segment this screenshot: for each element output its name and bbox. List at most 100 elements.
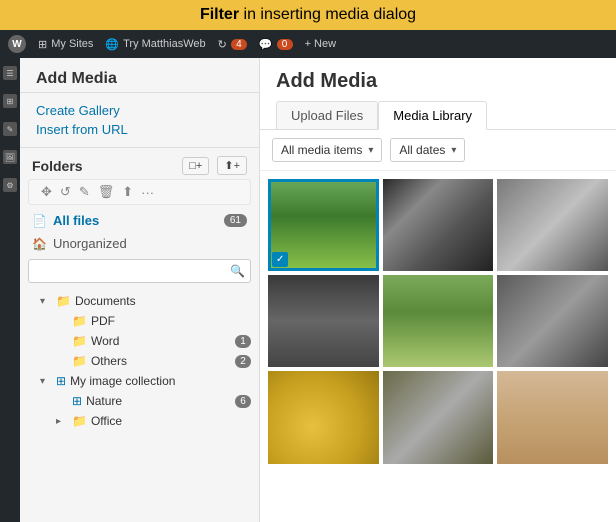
image-thumbnail-1	[383, 179, 494, 271]
image-thumbnail-3	[268, 275, 379, 367]
selected-badge: ✓	[272, 252, 288, 267]
trash-icon[interactable]: 🗑	[98, 184, 115, 200]
image-cell-5[interactable]	[497, 275, 608, 367]
image-thumbnail-5	[497, 275, 608, 367]
folder-tree: ▾ 📁 Documents 📁 PDF 📁 Word	[20, 287, 259, 522]
admin-sidebar-icon-3[interactable]: ✎	[3, 122, 17, 136]
all-files-row[interactable]: 📄 All files 61	[20, 209, 259, 232]
documents-label: Documents	[75, 294, 251, 308]
image-cell-6[interactable]	[268, 371, 379, 463]
tabs-container: Upload Files Media Library	[276, 101, 600, 129]
office-folder-icon: 📁	[72, 414, 87, 428]
image-thumbnail-8	[497, 371, 608, 463]
image-thumbnail-4	[383, 275, 494, 367]
chevron-right-icon: ▸	[56, 416, 68, 427]
image-cell-2[interactable]	[497, 179, 608, 271]
folder-add-icon: □+	[189, 160, 202, 172]
others-folder-icon: 📁	[72, 354, 87, 368]
create-gallery-link[interactable]: Create Gallery	[36, 101, 243, 120]
new-label: + New	[305, 38, 337, 50]
image-thumbnail-6	[268, 371, 379, 463]
tree-item-my-image-collection[interactable]: ▾ ⊞ My image collection	[20, 371, 259, 391]
admin-sidebar-icon-2[interactable]: ⊞	[3, 94, 17, 108]
new-folder-button[interactable]: □+	[182, 157, 209, 175]
documents-folder-icon: 📁	[56, 294, 71, 308]
filter-type-arrow: ▾	[368, 145, 373, 156]
filter-dates[interactable]: All dates ▾	[390, 138, 465, 162]
tree-item-nature[interactable]: ⊞ Nature 6	[20, 391, 259, 411]
image-cell-7[interactable]	[383, 371, 494, 463]
image-thumbnail-0	[268, 179, 379, 271]
updates-badge: 4	[231, 39, 247, 50]
image-cell-8[interactable]	[497, 371, 608, 463]
others-badge: 2	[235, 355, 251, 368]
pdf-label: PDF	[91, 314, 251, 328]
collection-icon: ⊞	[56, 374, 66, 388]
import-button[interactable]: ⬆+	[217, 156, 247, 175]
chevron-down-icon: ▾	[40, 296, 52, 307]
updates-icon: ↻	[218, 38, 227, 51]
pdf-folder-icon: 📁	[72, 314, 87, 328]
folders-title: Folders	[32, 158, 174, 174]
nature-icon: ⊞	[72, 394, 82, 408]
tab-upload-files[interactable]: Upload Files	[276, 101, 378, 129]
tree-item-others[interactable]: 📁 Others 2	[20, 351, 259, 371]
nature-label: Nature	[86, 394, 231, 408]
image-cell-1[interactable]	[383, 179, 494, 271]
admin-bar-my-sites[interactable]: ⊞ My Sites	[38, 38, 93, 51]
image-cell-0[interactable]: ✓	[268, 179, 379, 271]
my-image-collection-label: My image collection	[70, 374, 251, 388]
modal-right-header: Add Media Upload Files Media Library	[260, 58, 616, 130]
image-grid: ✓	[260, 171, 616, 522]
filter-media-type[interactable]: All media items ▾	[272, 138, 382, 162]
insert-from-url-link[interactable]: Insert from URL	[36, 120, 243, 139]
tree-item-office[interactable]: ▸ 📁 Office	[20, 411, 259, 431]
my-sites-icon: ⊞	[38, 38, 47, 51]
more-icon[interactable]: ···	[141, 185, 154, 200]
office-label: Office	[91, 414, 251, 428]
admin-sidebar-icon-5[interactable]: ⚙	[3, 178, 17, 192]
unorganized-row[interactable]: 🏠 Unorganized	[20, 232, 259, 255]
wp-icon[interactable]: W	[8, 35, 26, 53]
image-cell-4[interactable]	[383, 275, 494, 367]
tree-item-word[interactable]: 📁 Word 1	[20, 331, 259, 351]
banner-rest: in inserting media dialog	[239, 6, 416, 23]
chevron-down-icon-2: ▾	[40, 376, 52, 387]
wp-admin-sidebar: ☰ ⊞ ✎ 🖼 ⚙	[0, 58, 20, 522]
word-badge: 1	[235, 335, 251, 348]
upload-icon[interactable]: ⬆	[122, 184, 133, 200]
unorganized-label: Unorganized	[53, 236, 247, 251]
modal-right-panel: Add Media Upload Files Media Library All…	[260, 58, 616, 522]
top-banner: Filter in inserting media dialog	[0, 0, 616, 30]
home-icon: 🏠	[32, 237, 47, 251]
tree-item-pdf[interactable]: 📁 PDF	[20, 311, 259, 331]
search-icon[interactable]: 🔍	[230, 264, 245, 278]
tab-media-library[interactable]: Media Library	[378, 101, 487, 130]
edit-icon[interactable]: ✎	[79, 184, 90, 200]
folders-toolbar: ✥ ↺ ✎ 🗑 ⬆ ···	[28, 179, 251, 205]
all-files-label: All files	[53, 213, 218, 228]
admin-bar: W ⊞ My Sites 🌐 Try MatthiasWeb ↻ 4 💬 0 +…	[0, 30, 616, 58]
image-cell-3[interactable]	[268, 275, 379, 367]
word-folder-icon: 📁	[72, 334, 87, 348]
banner-bold: Filter	[200, 6, 239, 23]
tree-item-documents[interactable]: ▾ 📁 Documents	[20, 291, 259, 311]
admin-sidebar-icon-4[interactable]: 🖼	[3, 150, 17, 164]
image-thumbnail-7	[383, 371, 494, 463]
blog-icon: 🌐	[105, 38, 119, 51]
move-icon[interactable]: ✥	[41, 184, 52, 200]
admin-bar-comments[interactable]: 💬 0	[259, 38, 293, 51]
search-input[interactable]	[28, 259, 251, 283]
all-files-badge: 61	[224, 214, 247, 227]
admin-bar-new[interactable]: + New	[305, 38, 337, 50]
modal-left-title: Add Media	[20, 58, 259, 93]
admin-bar-updates[interactable]: ↻ 4	[218, 38, 247, 51]
image-thumbnail-2	[497, 179, 608, 271]
word-label: Word	[91, 334, 231, 348]
others-label: Others	[91, 354, 231, 368]
search-box: 🔍	[28, 259, 251, 283]
admin-bar-blog-name[interactable]: 🌐 Try MatthiasWeb	[105, 38, 205, 51]
refresh-icon[interactable]: ↺	[60, 184, 71, 200]
main-layout: ☰ ⊞ ✎ 🖼 ⚙ Add Media Create Gallery Inser…	[0, 58, 616, 522]
admin-sidebar-icon-1[interactable]: ☰	[3, 66, 17, 80]
